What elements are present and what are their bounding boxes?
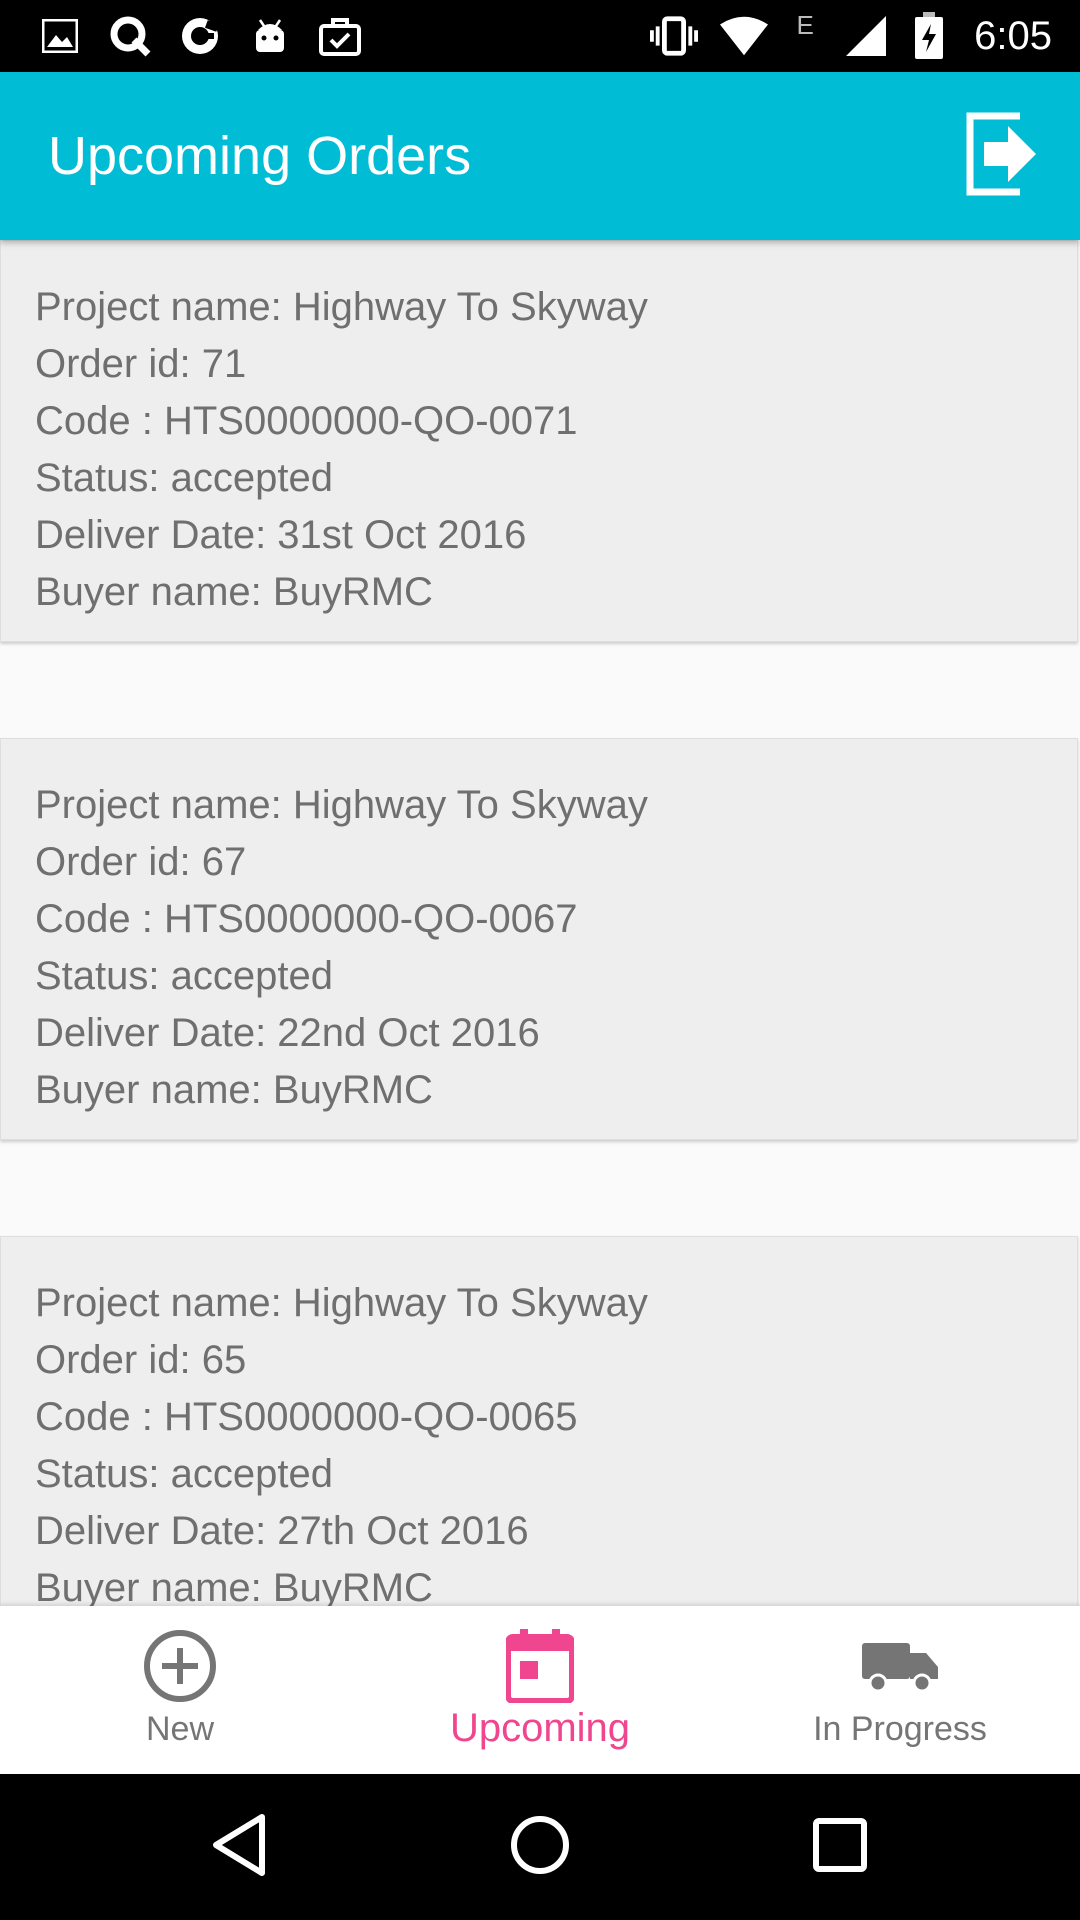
nav-new[interactable]: New	[0, 1606, 360, 1774]
image-icon	[36, 12, 84, 60]
order-id: Order id: 65	[35, 1338, 247, 1382]
order-code: Code : HTS0000000-QO-0071	[35, 399, 578, 443]
order-id: Order id: 67	[35, 840, 247, 884]
order-status: Status: accepted	[35, 456, 333, 500]
add-circle-icon	[142, 1628, 218, 1704]
bottom-navigation: New Upcoming In Progress	[0, 1606, 1080, 1774]
briefcase-check-icon	[316, 12, 364, 60]
clock: 6:05	[974, 13, 1052, 58]
order-code: Code : HTS0000000-QO-0067	[35, 897, 578, 941]
buyer-name: Buyer name: BuyRMC	[35, 1566, 433, 1606]
q-app-icon	[106, 12, 154, 60]
orders-list[interactable]: Project name: Highway To Skyway Order id…	[0, 240, 1080, 1606]
deliver-date: Deliver Date: 27th Oct 2016	[35, 1509, 529, 1553]
nav-in-progress-label: In Progress	[813, 1710, 987, 1748]
logout-icon	[962, 106, 1042, 207]
wifi-icon	[720, 12, 769, 60]
recents-icon	[812, 1817, 868, 1878]
nav-in-progress[interactable]: In Progress	[720, 1606, 1080, 1774]
order-id: Order id: 71	[35, 342, 247, 386]
order-status: Status: accepted	[35, 1452, 333, 1496]
order-code: Code : HTS0000000-QO-0065	[35, 1395, 578, 1439]
order-status: Status: accepted	[35, 954, 333, 998]
home-icon	[509, 1814, 571, 1881]
home-button[interactable]	[490, 1797, 590, 1897]
back-icon	[210, 1813, 270, 1882]
g-app-icon	[176, 12, 224, 60]
buyer-name: Buyer name: BuyRMC	[35, 1068, 433, 1112]
logout-button[interactable]	[952, 106, 1052, 206]
order-card[interactable]: Project name: Highway To Skyway Order id…	[0, 240, 1078, 642]
status-bar: E 6:05	[0, 0, 1080, 72]
android-icon	[246, 12, 294, 60]
recents-button[interactable]	[790, 1797, 890, 1897]
order-card[interactable]: Project name: Highway To Skyway Order id…	[0, 1236, 1078, 1606]
project-name: Project name: Highway To Skyway	[35, 1281, 648, 1325]
system-nav-bar	[0, 1774, 1080, 1920]
signal-icon	[842, 12, 890, 60]
page-title: Upcoming Orders	[48, 126, 472, 186]
back-button[interactable]	[190, 1797, 290, 1897]
nav-new-label: New	[145, 1710, 215, 1748]
order-card[interactable]: Project name: Highway To Skyway Order id…	[0, 738, 1078, 1140]
project-name: Project name: Highway To Skyway	[35, 783, 648, 827]
battery-charging-icon	[912, 12, 946, 60]
project-name: Project name: Highway To Skyway	[35, 285, 648, 329]
app-bar: Upcoming Orders	[0, 72, 1080, 240]
deliver-date: Deliver Date: 22nd Oct 2016	[35, 1011, 540, 1055]
calendar-icon	[506, 1628, 574, 1704]
network-e-icon: E	[796, 10, 814, 40]
vibrate-icon	[650, 12, 699, 60]
nav-upcoming-label: Upcoming	[449, 1706, 631, 1750]
truck-icon	[862, 1628, 938, 1704]
buyer-name: Buyer name: BuyRMC	[35, 570, 433, 614]
deliver-date: Deliver Date: 31st Oct 2016	[35, 513, 527, 557]
nav-upcoming[interactable]: Upcoming	[360, 1606, 720, 1774]
